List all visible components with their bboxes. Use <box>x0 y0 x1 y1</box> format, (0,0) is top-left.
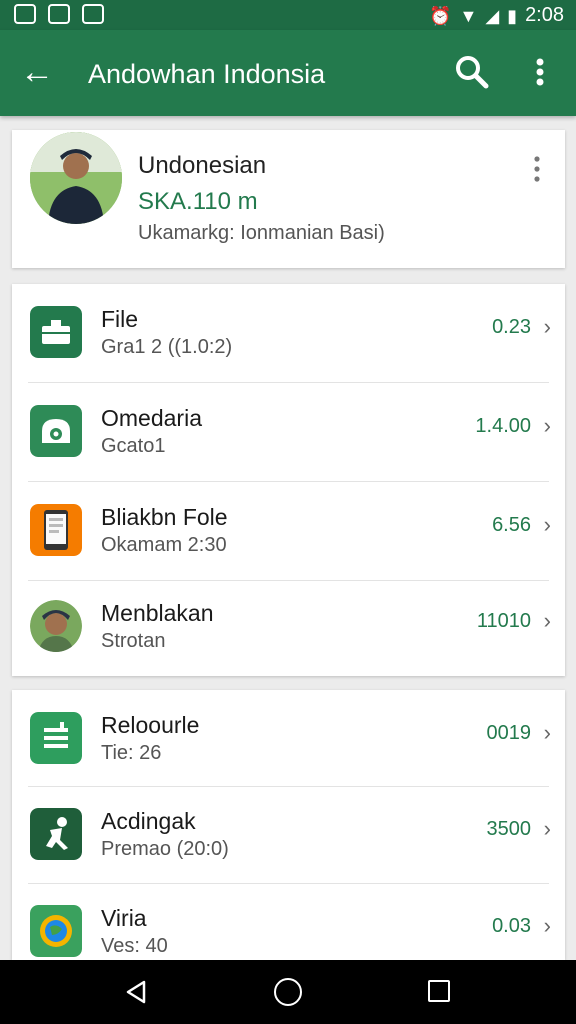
alarm-icon: ⏰ <box>429 5 452 26</box>
list-item-value: 3500 <box>486 818 532 840</box>
runner-icon <box>30 808 82 860</box>
list-card-1: File Gra1 2 ((1.0:2) 0.23 › Omedaria Gca… <box>12 284 565 676</box>
search-icon[interactable] <box>452 52 492 92</box>
list-item[interactable]: Bliakbn Fole Okamam 2:30 6.56 › <box>12 482 565 580</box>
profile-card[interactable]: Undonesian SKA.110 m Ukamarkg: Ionmanian… <box>12 130 565 268</box>
chevron-right-icon: › <box>543 512 551 537</box>
profile-description: Ukamarkg: Ionmanian Basi) <box>138 222 385 244</box>
list-icon <box>30 712 82 764</box>
signal-icon: ◢ <box>485 5 500 26</box>
android-notification-icon <box>82 4 104 24</box>
globe-icon <box>30 905 82 957</box>
chevron-right-icon: › <box>543 913 551 938</box>
list-item-subtitle: Ves: 40 <box>101 935 168 957</box>
list-item-value: 0.23 <box>492 316 531 338</box>
list-item[interactable]: Menblakan Strotan 11010 › <box>12 578 565 676</box>
list-item-value: 6.56 <box>492 514 531 536</box>
more-vert-icon[interactable] <box>522 52 558 92</box>
chevron-right-icon: › <box>543 816 551 841</box>
nav-recents-icon[interactable] <box>428 980 450 1002</box>
wifi-icon: ▼ <box>459 5 478 26</box>
list-item-value: 1.4.00 <box>475 415 531 437</box>
list-item-value: 0.03 <box>492 915 531 937</box>
notification-icons <box>14 4 104 24</box>
nav-home-icon[interactable] <box>274 978 302 1006</box>
list-item[interactable]: Viria Ves: 40 0.03 › <box>12 883 565 960</box>
chevron-right-icon: › <box>543 608 551 633</box>
list-item-title: Acdingak <box>101 808 196 834</box>
list-item-title: Reloourle <box>101 712 200 738</box>
list-item[interactable]: Omedaria Gcato1 1.4.00 › <box>12 383 565 481</box>
back-arrow-icon[interactable]: ← <box>20 52 54 92</box>
navigation-bar <box>0 960 576 1024</box>
avatar <box>30 132 122 224</box>
list-item-title: File <box>101 306 139 332</box>
list-item-subtitle: Premao (20:0) <box>101 838 229 860</box>
briefcase-icon <box>30 306 82 358</box>
list-item[interactable]: Acdingak Premao (20:0) 3500 › <box>12 786 565 884</box>
chevron-right-icon: › <box>543 720 551 745</box>
list-item[interactable]: Reloourle Tie: 26 0019 › <box>12 690 565 788</box>
list-item-title: Menblakan <box>101 600 214 626</box>
list-item-title: Bliakbn Fole <box>101 504 228 530</box>
chevron-right-icon: › <box>543 413 551 438</box>
list-item-value: 0019 <box>486 722 532 744</box>
list-item-title: Omedaria <box>101 405 202 431</box>
profile-subtitle: SKA.110 m <box>138 188 258 215</box>
avatar-icon <box>30 600 82 652</box>
page-title: Andowhan Indonsia <box>88 59 326 89</box>
chevron-right-icon: › <box>543 314 551 339</box>
status-time: 2:08 <box>525 4 564 26</box>
list-item-value: 11010 <box>476 610 531 632</box>
list-item-subtitle: Okamam 2:30 <box>101 534 227 556</box>
list-item-subtitle: Strotan <box>101 630 166 652</box>
profile-name: Undonesian <box>138 152 267 179</box>
app-bar: ← Andowhan Indonsia <box>0 30 576 116</box>
status-bar: ⏰ ▼ ◢ ▮ 2:08 <box>0 0 576 30</box>
camera-icon <box>30 405 82 457</box>
list-item-subtitle: Gra1 2 ((1.0:2) <box>101 336 233 358</box>
phone-icon <box>30 504 82 556</box>
message-notification-icon <box>48 4 70 24</box>
list-item-subtitle: Gcato1 <box>101 435 166 457</box>
list-item-title: Viria <box>101 905 147 931</box>
list-item[interactable]: File Gra1 2 ((1.0:2) 0.23 › <box>12 284 565 382</box>
list-item-subtitle: Tie: 26 <box>101 742 162 764</box>
nav-back-icon[interactable] <box>122 978 150 1006</box>
profile-more-icon[interactable] <box>527 154 547 184</box>
app-notification-icon <box>14 4 36 24</box>
list-card-2: Reloourle Tie: 26 0019 › Acdingak Premao… <box>12 690 565 960</box>
battery-icon: ▮ <box>507 5 518 26</box>
